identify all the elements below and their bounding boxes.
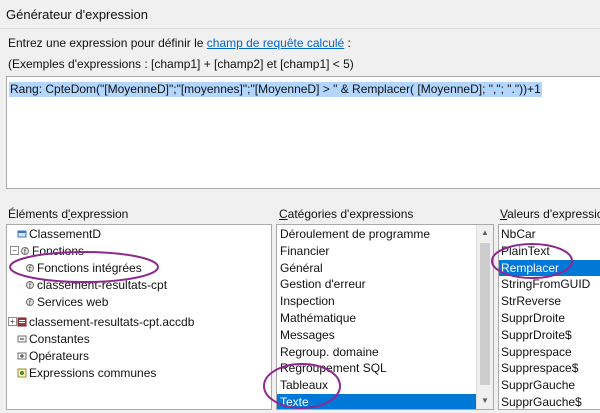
- category-item[interactable]: Regroup. domaine: [277, 344, 477, 360]
- web-services-icon: f: [26, 298, 34, 307]
- tree-item-fonctions[interactable]: Fonctions: [32, 243, 84, 259]
- value-item[interactable]: Supprespace: [499, 344, 600, 360]
- value-item[interactable]: NbCar: [499, 226, 600, 242]
- expression-editor[interactable]: Rang: CpteDom("[MoyenneD]";"[moyennes]";…: [6, 76, 600, 189]
- value-item[interactable]: SupprDroite: [499, 310, 600, 326]
- value-item[interactable]: SupprGauche$: [499, 394, 600, 409]
- title-divider: [0, 28, 600, 29]
- tree-item-operateurs[interactable]: Opérateurs: [29, 348, 89, 364]
- functions-icon: f: [21, 247, 29, 256]
- collapse-icon[interactable]: −: [10, 246, 19, 255]
- category-item[interactable]: Mathématique: [277, 310, 477, 326]
- tree-item-constantes[interactable]: Constantes: [29, 331, 90, 347]
- category-item[interactable]: Général: [277, 260, 477, 276]
- scroll-up-arrow-icon[interactable]: ▲: [477, 225, 493, 241]
- examples-text: (Exemples d'expressions : [champ1] + [ch…: [8, 57, 354, 71]
- category-item[interactable]: Déroulement de programme: [277, 226, 477, 242]
- values-section-label: Valeurs d'expression: [500, 207, 600, 221]
- value-item[interactable]: StrReverse: [499, 293, 600, 309]
- category-item[interactable]: Messages: [277, 327, 477, 343]
- window-title: Générateur d'expression: [6, 7, 148, 22]
- tree-item-fonctions-integrees[interactable]: Fonctions intégrées: [37, 260, 142, 276]
- category-item[interactable]: Financier: [277, 243, 477, 259]
- expand-icon[interactable]: +: [8, 317, 17, 326]
- form-icon: [17, 230, 27, 238]
- tree-item-expressions-communes[interactable]: Expressions communes: [29, 365, 156, 381]
- expression-text[interactable]: Rang: CpteDom("[MoyenneD]";"[moyennes]";…: [9, 82, 542, 97]
- scroll-thumb[interactable]: [480, 243, 490, 385]
- operators-icon: [17, 352, 27, 360]
- category-item[interactable]: Texte: [277, 394, 477, 409]
- value-item[interactable]: Supprespace$: [499, 360, 600, 376]
- expression-values-list[interactable]: NbCar PlainText Remplacer StringFromGUID Str…: [498, 224, 600, 410]
- expression-categories-list[interactable]: Déroulement de programme Financier Général…: [276, 224, 494, 410]
- categories-scrollbar[interactable]: ▲ ▼: [476, 225, 493, 409]
- category-item[interactable]: Gestion d'erreur: [277, 276, 477, 292]
- expression-elements-tree[interactable]: ClassementD − f Fonctions f Fonctions in…: [6, 224, 272, 410]
- tree-item-services-web[interactable]: Services web: [37, 294, 108, 310]
- category-item[interactable]: Regroupement SQL: [277, 360, 477, 376]
- value-item[interactable]: StringFromGUID: [499, 276, 600, 292]
- calculated-field-help-link[interactable]: champ de requête calculé: [207, 36, 344, 50]
- category-item[interactable]: Inspection: [277, 293, 477, 309]
- database-functions-icon: f: [26, 281, 34, 290]
- tree-item-classement-resultats-cpt[interactable]: classement-resultats-cpt: [37, 277, 167, 293]
- tree-item-accdb[interactable]: classement-resultats-cpt.accdb: [29, 314, 194, 330]
- instructions-prefix: Entrez une expression pour définir le: [8, 36, 207, 50]
- value-item[interactable]: SupprGauche: [499, 377, 600, 393]
- instructions-suffix: :: [344, 36, 351, 50]
- category-item[interactable]: Tableaux: [277, 377, 477, 393]
- instructions-text: Entrez une expression pour définir le ch…: [8, 36, 351, 50]
- builtin-functions-icon: f: [26, 264, 34, 273]
- tree-item-classementd[interactable]: ClassementD: [29, 226, 101, 242]
- categories-section-label: Catégories d'expressions: [279, 207, 414, 221]
- constants-icon: [17, 335, 27, 343]
- value-item[interactable]: SupprDroite$: [499, 327, 600, 343]
- elements-section-label: Éléments d'expression: [8, 207, 129, 221]
- common-expressions-icon: [17, 368, 27, 378]
- value-item[interactable]: Remplacer: [499, 259, 600, 276]
- database-icon: [17, 317, 27, 327]
- scroll-down-arrow-icon[interactable]: ▼: [477, 393, 493, 409]
- value-item[interactable]: PlainText: [499, 243, 600, 259]
